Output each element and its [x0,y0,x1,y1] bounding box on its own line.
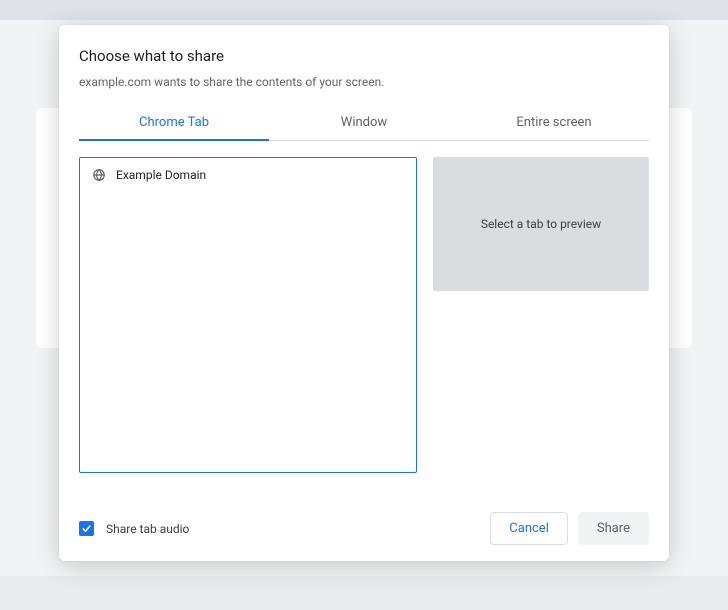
cancel-button[interactable]: Cancel [490,512,568,545]
dialog-footer: Share tab audio Cancel Share [79,512,649,545]
dialog-subtitle: example.com wants to share the contents … [79,75,649,89]
checkbox-checked-icon [79,521,94,536]
globe-icon [92,168,106,182]
preview-pane: Select a tab to preview [433,157,649,291]
background-bottom-bar [0,576,728,610]
dialog-title: Choose what to share [79,47,649,65]
share-audio-label: Share tab audio [106,522,189,536]
dialog-content: Example Domain Select a tab to preview [79,157,649,488]
dialog-buttons: Cancel Share [490,512,649,545]
preview-placeholder: Select a tab to preview [481,217,601,231]
tab-list-item-label: Example Domain [116,168,206,182]
share-dialog: Choose what to share example.com wants t… [59,25,669,561]
tab-entire-screen[interactable]: Entire screen [459,107,649,140]
tab-chrome-tab[interactable]: Chrome Tab [79,107,269,140]
tab-window[interactable]: Window [269,107,459,140]
share-button[interactable]: Share [578,512,649,545]
background-top-bar [0,0,728,20]
share-audio-checkbox[interactable]: Share tab audio [79,521,189,536]
share-source-tabs: Chrome Tab Window Entire screen [79,107,649,141]
tab-list-item[interactable]: Example Domain [80,158,416,192]
tab-list[interactable]: Example Domain [79,157,417,473]
